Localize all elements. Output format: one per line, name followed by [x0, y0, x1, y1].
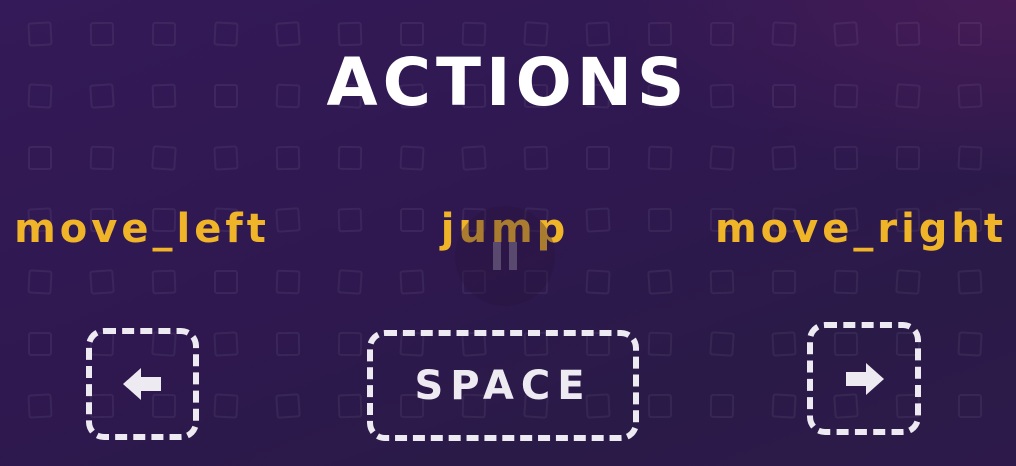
pattern-square [151, 21, 177, 47]
pattern-square [771, 331, 797, 357]
pattern-square [337, 331, 363, 357]
pattern-square [833, 21, 859, 47]
pattern-square [709, 331, 735, 357]
arrow-right-icon [846, 362, 884, 395]
pattern-square [27, 269, 53, 295]
pattern-square [461, 21, 487, 47]
pattern-square [647, 393, 673, 419]
key-space-label: SPACE [414, 362, 592, 409]
pattern-square [523, 145, 549, 171]
pattern-square [337, 207, 363, 233]
pattern-square [585, 21, 611, 47]
pattern-square [337, 21, 363, 47]
pattern-square [585, 269, 611, 295]
pattern-square [28, 146, 52, 170]
pattern-square [213, 21, 239, 47]
pattern-square [958, 394, 982, 418]
pattern-square [709, 21, 735, 47]
pattern-square [586, 146, 610, 170]
pattern-square [771, 145, 797, 171]
pattern-square [214, 270, 238, 294]
pattern-square [337, 393, 363, 419]
key-space: SPACE [367, 330, 639, 441]
pattern-square [647, 331, 673, 357]
pattern-square [957, 331, 983, 357]
pattern-square [151, 145, 177, 171]
key-right-arrow [807, 322, 921, 435]
pattern-square [709, 269, 735, 295]
pattern-square [523, 21, 549, 47]
key-left-arrow [86, 328, 199, 440]
pattern-square [27, 21, 53, 47]
pattern-square [958, 22, 982, 46]
pattern-square [647, 269, 673, 295]
pattern-square [895, 269, 921, 295]
pattern-square [275, 331, 301, 357]
pattern-square [89, 21, 115, 47]
pattern-square [27, 393, 53, 419]
pattern-square [28, 332, 52, 356]
pattern-square [709, 393, 735, 419]
pattern-square [400, 22, 424, 46]
pattern-square [895, 21, 921, 47]
pause-button[interactable] [455, 206, 555, 306]
pattern-square [399, 269, 425, 295]
pattern-square [957, 269, 983, 295]
pattern-square [709, 145, 735, 171]
pattern-square [275, 393, 301, 419]
pattern-square [337, 269, 363, 295]
pattern-square [89, 145, 115, 171]
pattern-square [275, 21, 301, 47]
pattern-square [772, 270, 796, 294]
arrow-left-icon [122, 368, 161, 400]
pattern-square [213, 393, 239, 419]
pattern-square [895, 145, 921, 171]
pattern-square [833, 145, 859, 171]
pattern-square [957, 145, 983, 171]
pattern-square [275, 269, 301, 295]
pattern-square [89, 269, 115, 295]
pattern-square [771, 21, 797, 47]
pattern-square [647, 21, 673, 47]
pattern-square [647, 207, 673, 233]
pattern-square [399, 145, 425, 171]
pattern-square [337, 145, 363, 171]
pattern-square [213, 145, 239, 171]
pattern-square [771, 393, 797, 419]
pause-icon-bar [509, 242, 517, 270]
action-label-move-left: move_left [14, 206, 270, 252]
pattern-square [151, 269, 177, 295]
pattern-square [833, 269, 859, 295]
pattern-square [213, 331, 239, 357]
pause-icon [493, 242, 501, 270]
slide-title: ACTIONS [326, 44, 690, 121]
pattern-square [647, 145, 673, 171]
action-label-move-right: move_right [714, 206, 1008, 252]
pattern-square [275, 145, 301, 171]
pattern-square [461, 145, 487, 171]
